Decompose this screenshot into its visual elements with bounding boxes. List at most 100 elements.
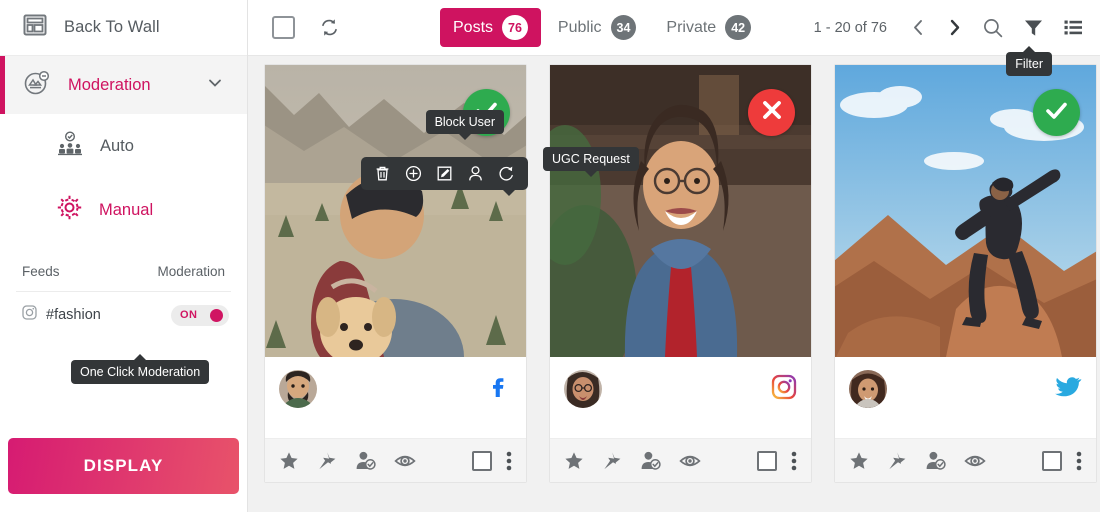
feed-row-left: #fashion xyxy=(22,305,101,325)
post-body xyxy=(550,357,811,438)
instagram-icon xyxy=(22,305,37,325)
refresh-icon[interactable] xyxy=(319,17,340,38)
post-footer xyxy=(265,438,526,482)
star-icon[interactable] xyxy=(279,451,299,471)
search-icon[interactable] xyxy=(982,17,1004,39)
chevron-left-icon[interactable] xyxy=(910,18,927,37)
post-image[interactable] xyxy=(265,65,526,357)
tab-label: Private xyxy=(666,18,717,36)
post-action-menu xyxy=(361,157,528,196)
status-badge-approved[interactable] xyxy=(1033,89,1080,136)
status-badge-rejected[interactable] xyxy=(748,89,795,136)
instagram-icon xyxy=(771,374,797,405)
feeds-header-feeds: Feeds xyxy=(22,264,60,279)
more-options-icon[interactable] xyxy=(506,450,512,472)
refresh-icon[interactable] xyxy=(498,165,515,182)
check-circle-icon xyxy=(1043,97,1070,129)
ugc-request-icon[interactable] xyxy=(640,450,661,471)
ugc-request-icon[interactable] xyxy=(925,450,946,471)
auto-moderation-group-icon xyxy=(56,130,84,163)
one-click-moderation-toggle[interactable]: ON xyxy=(171,304,229,326)
eye-icon[interactable] xyxy=(394,450,416,472)
sidebar-item-label: Manual xyxy=(99,200,154,219)
gear-icon xyxy=(56,194,83,226)
sidebar-item-label: Auto xyxy=(100,136,134,155)
more-options-icon[interactable] xyxy=(1076,450,1082,472)
eye-icon[interactable] xyxy=(964,450,986,472)
feeds-header: Feeds Moderation xyxy=(0,264,247,279)
eye-icon[interactable] xyxy=(679,450,701,472)
pin-icon[interactable] xyxy=(602,451,622,471)
facebook-icon xyxy=(486,374,512,405)
toggle-knob xyxy=(210,308,223,322)
moderation-image-icon xyxy=(22,68,52,103)
sidebar-item-label: Moderation xyxy=(68,75,151,94)
x-circle-icon xyxy=(759,97,785,128)
post-footer-right xyxy=(472,450,512,472)
filter-icon[interactable] xyxy=(1023,17,1044,38)
star-icon[interactable] xyxy=(849,451,869,471)
post-text-placeholder xyxy=(849,424,1082,438)
trash-icon[interactable] xyxy=(374,165,391,182)
tooltip-text: One Click Moderation xyxy=(80,365,201,379)
chevron-right-icon[interactable] xyxy=(946,18,963,37)
avatar xyxy=(849,370,887,408)
tab-public[interactable]: Public 34 xyxy=(545,8,649,47)
tooltip-ugc-request: UGC Request xyxy=(543,147,639,177)
star-icon[interactable] xyxy=(564,451,584,471)
tab-count: 76 xyxy=(502,15,528,40)
tab-label: Posts xyxy=(453,18,494,36)
post-footer xyxy=(835,438,1096,482)
sidebar: Back To Wall Moderation Auto Manual Feed… xyxy=(0,0,248,512)
post-footer-right xyxy=(757,450,797,472)
chevron-down-icon[interactable] xyxy=(207,75,223,96)
toggle-label: ON xyxy=(180,309,198,321)
app-root: Back To Wall Moderation Auto Manual Feed… xyxy=(0,0,1100,512)
post-text-placeholder xyxy=(279,424,512,438)
plus-circle-icon[interactable] xyxy=(405,165,422,182)
post-author-row xyxy=(279,370,512,408)
select-post-checkbox[interactable] xyxy=(757,450,777,471)
tab-count: 42 xyxy=(725,15,752,40)
sidebar-item-back-to-wall[interactable]: Back To Wall xyxy=(0,0,247,56)
feed-name: #fashion xyxy=(46,307,101,323)
tab-private[interactable]: Private 42 xyxy=(653,8,764,47)
post-body xyxy=(835,357,1096,438)
pagination-range: 1 - 20 of 76 xyxy=(813,19,887,36)
select-post-checkbox[interactable] xyxy=(472,450,492,471)
pin-icon[interactable] xyxy=(317,451,337,471)
post-card[interactable]: Block User xyxy=(264,64,528,483)
post-card[interactable] xyxy=(834,64,1097,483)
post-filter-tabs: Posts 76 Public 34 Private 42 xyxy=(440,8,764,47)
edit-icon[interactable] xyxy=(436,165,453,182)
display-button[interactable]: DISPLAY xyxy=(8,438,239,494)
tab-label: Public xyxy=(557,18,602,36)
main-content: Posts 76 Public 34 Private 42 1 - 20 of … xyxy=(248,0,1100,512)
more-options-icon[interactable] xyxy=(791,450,797,472)
select-all-checkbox[interactable] xyxy=(272,16,295,39)
sidebar-item-auto[interactable]: Auto xyxy=(0,114,247,178)
post-author-row xyxy=(564,370,797,408)
block-user-icon[interactable] xyxy=(467,165,484,182)
post-author-row xyxy=(849,370,1082,408)
pin-icon[interactable] xyxy=(887,451,907,471)
post-text-placeholder xyxy=(564,424,797,438)
avatar xyxy=(279,370,317,408)
list-view-icon[interactable] xyxy=(1063,17,1084,38)
post-image[interactable] xyxy=(550,65,811,357)
tooltip-text: Block User xyxy=(434,115,495,129)
divider xyxy=(16,291,231,292)
post-footer-right xyxy=(1042,450,1082,472)
tooltip-filter: Filter xyxy=(1006,46,1052,76)
select-post-checkbox[interactable] xyxy=(1042,450,1062,471)
tab-posts[interactable]: Posts 76 xyxy=(440,8,541,47)
sidebar-item-moderation[interactable]: Moderation xyxy=(0,56,247,114)
sidebar-item-label: Back To Wall xyxy=(64,18,160,36)
post-card[interactable]: UGC Request xyxy=(543,64,812,483)
avatar xyxy=(564,370,602,408)
feed-row-fashion[interactable]: #fashion ON xyxy=(0,296,247,334)
post-image[interactable] xyxy=(835,65,1096,357)
ugc-request-icon[interactable] xyxy=(355,450,376,471)
sidebar-item-manual[interactable]: Manual xyxy=(0,178,247,242)
tooltip-text: Filter xyxy=(1015,57,1043,71)
